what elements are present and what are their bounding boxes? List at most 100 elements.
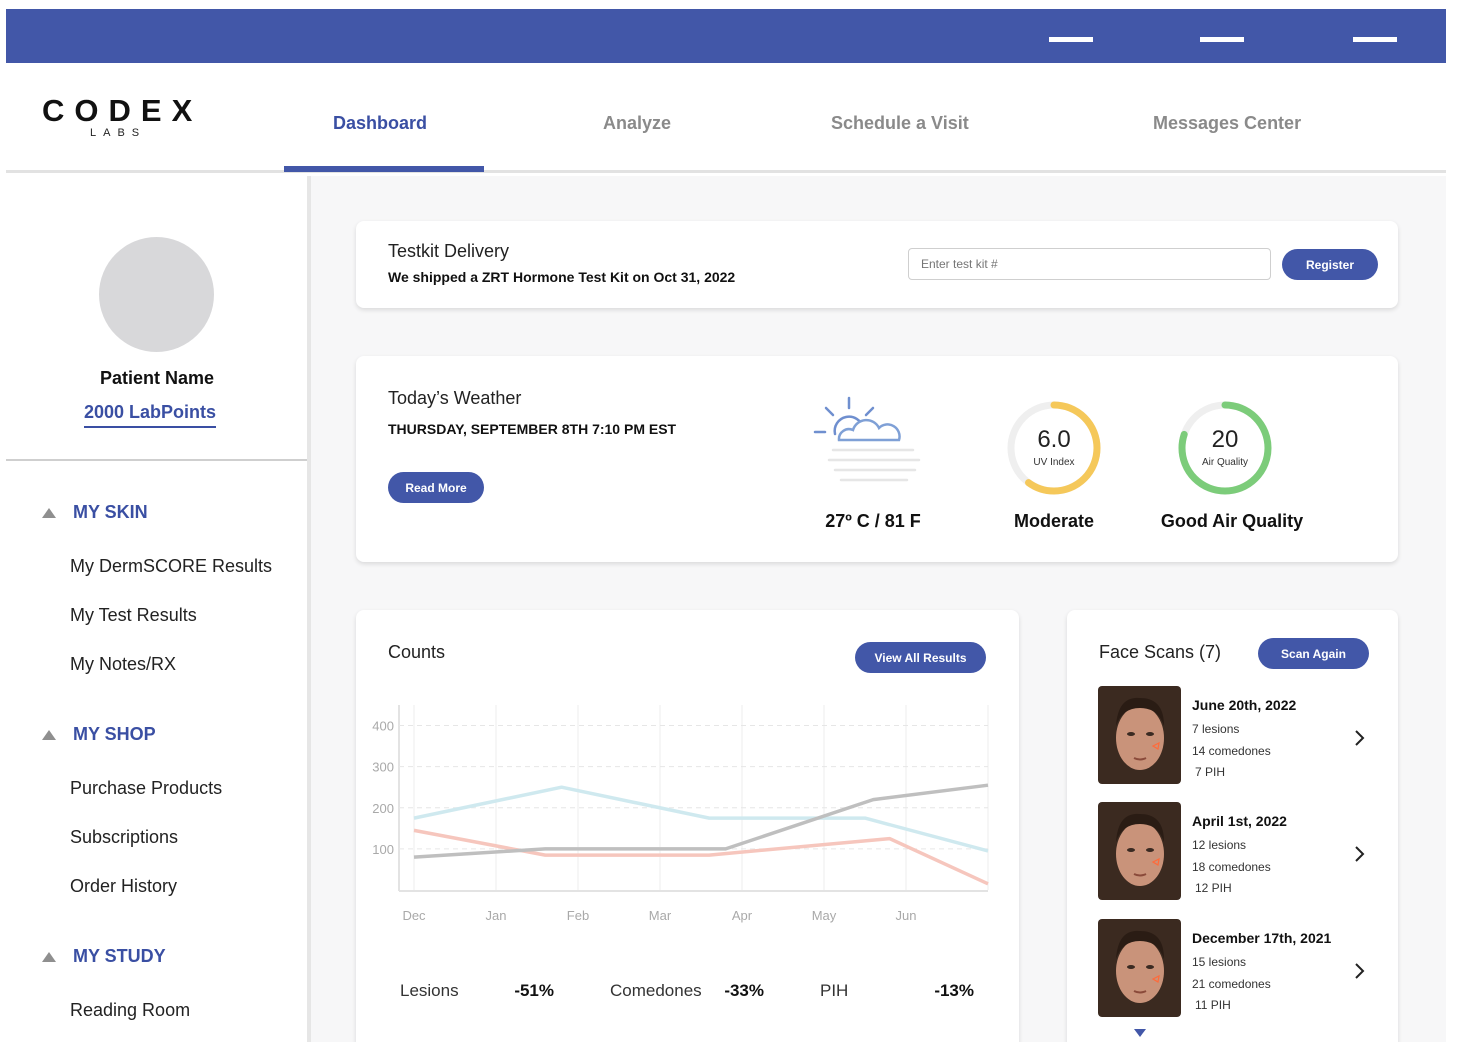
- summary-value: -33%: [724, 980, 764, 1000]
- temperature: 27º C / 81 F: [825, 511, 921, 531]
- x-tick-label: May: [812, 908, 837, 923]
- x-tick-label: Feb: [567, 908, 589, 923]
- testkit-title: Testkit Delivery: [388, 241, 510, 261]
- y-tick-label: 300: [372, 760, 394, 775]
- sidebar-item-order-history[interactable]: Order History: [70, 876, 177, 897]
- chevron-right-icon[interactable]: [1352, 961, 1366, 981]
- register-button[interactable]: Register: [1282, 249, 1378, 280]
- scroll-down-arrow-icon[interactable]: [1133, 1028, 1147, 1038]
- menu-dash-icon[interactable]: [1200, 37, 1244, 42]
- face-scan-thumbnail[interactable]: [1098, 686, 1181, 784]
- weather-card: Today’s Weather THURSDAY, SEPTEMBER 8TH …: [356, 356, 1398, 562]
- scan-lesions: 12 lesions: [1192, 838, 1247, 852]
- active-tab-indicator: [284, 166, 484, 172]
- face-scan-item[interactable]: December 17th, 2021 15 lesions 21 comedo…: [1067, 919, 1398, 1029]
- scan-date: December 17th, 2021: [1192, 930, 1332, 946]
- sidebar: Patient Name 2000 LabPoints MY SKIN My D…: [6, 176, 308, 1042]
- codex-labs-logo[interactable]: CODEX LABS: [42, 93, 203, 140]
- section-title: MY SHOP: [73, 724, 156, 744]
- test-kit-input[interactable]: [908, 248, 1271, 280]
- scan-pih: 7 PIH: [1195, 765, 1226, 779]
- summary-value: -51%: [514, 980, 554, 1000]
- uv-index-label: UV Index: [1033, 457, 1075, 468]
- header: CODEX LABS Dashboard Analyze Schedule a …: [6, 63, 1446, 173]
- y-tick-label: 200: [372, 801, 394, 816]
- testkit-message: We shipped a ZRT Hormone Test Kit on Oct…: [388, 269, 736, 285]
- chevron-right-icon[interactable]: [1352, 728, 1366, 748]
- summary-label: Lesions: [400, 980, 459, 1000]
- lesions-summary: Lesions -51%: [388, 960, 566, 1021]
- scan-date: April 1st, 2022: [1192, 813, 1287, 829]
- sidebar-item-purchase-products[interactable]: Purchase Products: [70, 778, 222, 799]
- read-more-button[interactable]: Read More: [388, 472, 484, 503]
- section-my-skin[interactable]: MY SKIN: [42, 502, 148, 523]
- sidebar-item-notes-rx[interactable]: My Notes/RX: [70, 654, 176, 675]
- counts-card: Counts View All Results Dec Jan Feb Mar Apr M…: [356, 610, 1019, 1042]
- scan-date: June 20th, 2022: [1192, 697, 1297, 713]
- x-tick-label: Jun: [896, 908, 917, 923]
- summary-value: -13%: [934, 980, 974, 1000]
- scan-comedones: 18 comedones: [1192, 860, 1271, 874]
- face-scan-thumbnail[interactable]: [1098, 919, 1181, 1017]
- y-tick-label: 100: [372, 842, 394, 857]
- scan-lesions: 7 lesions: [1192, 722, 1240, 736]
- series-line-1: [413, 828, 989, 886]
- sidebar-item-dermscore-results[interactable]: My DermSCORE Results: [70, 556, 272, 577]
- section-my-shop[interactable]: MY SHOP: [42, 724, 156, 745]
- x-tick-label: Dec: [402, 908, 426, 923]
- section-title: MY SKIN: [73, 502, 148, 522]
- air-quality-label: Air Quality: [1201, 457, 1249, 468]
- air-quality-caption: Good Air Quality: [1160, 511, 1304, 531]
- sidebar-item-subscriptions[interactable]: Subscriptions: [70, 827, 178, 848]
- counts-title: Counts: [388, 642, 446, 662]
- logo-subtitle: LABS: [90, 127, 147, 139]
- scan-comedones: 14 comedones: [1192, 744, 1271, 758]
- x-tick-label: Jan: [486, 908, 507, 923]
- x-tick-label: Apr: [732, 908, 753, 923]
- avatar[interactable]: [99, 237, 214, 352]
- partly-cloudy-icon: [813, 396, 921, 482]
- labpoints-link[interactable]: 2000 LabPoints: [84, 402, 217, 428]
- face-scans-title: Face Scans (7): [1099, 642, 1222, 662]
- scan-again-button[interactable]: Scan Again: [1258, 638, 1369, 669]
- tab-messages-center[interactable]: Messages Center: [1153, 113, 1301, 134]
- testkit-card: Testkit Delivery We shipped a ZRT Hormon…: [356, 221, 1398, 308]
- x-tick-label: Mar: [649, 908, 672, 923]
- tab-schedule-visit[interactable]: Schedule a Visit: [831, 113, 969, 134]
- sidebar-divider: [6, 459, 308, 461]
- collapse-arrow-icon[interactable]: [42, 951, 56, 962]
- sidebar-item-reading-room[interactable]: Reading Room: [70, 1000, 190, 1021]
- tab-analyze[interactable]: Analyze: [603, 113, 671, 134]
- pih-summary: PIH -13%: [808, 960, 986, 1021]
- menu-dash-icon[interactable]: [1353, 37, 1397, 42]
- counts-line-chart: Dec Jan Feb Mar Apr May Jun 100 200 300 400: [372, 705, 989, 923]
- face-scans-card: Face Scans (7) Scan Again June 20th, 202…: [1067, 610, 1398, 1042]
- menu-dash-icon[interactable]: [1049, 37, 1093, 42]
- weather-datetime: THURSDAY, SEPTEMBER 8TH 7:10 PM EST: [388, 421, 677, 437]
- scan-pih: 12 PIH: [1195, 881, 1232, 895]
- scan-pih: 11 PIH: [1195, 998, 1231, 1012]
- summary-label: Comedones: [610, 980, 702, 1000]
- air-quality-value: 20: [1211, 426, 1239, 453]
- summary-label: PIH: [820, 980, 849, 1000]
- top-bar: [6, 9, 1446, 63]
- uv-caption: Moderate: [1013, 511, 1094, 531]
- view-all-results-button[interactable]: View All Results: [855, 642, 986, 673]
- collapse-arrow-icon[interactable]: [42, 507, 56, 518]
- section-title: MY STUDY: [73, 946, 166, 966]
- collapse-arrow-icon[interactable]: [42, 729, 56, 740]
- face-scan-item[interactable]: June 20th, 2022 7 lesions 14 comedones 7…: [1067, 686, 1398, 796]
- scan-lesions: 15 lesions: [1192, 955, 1247, 969]
- face-scan-item[interactable]: April 1st, 2022 12 lesions 18 comedones …: [1067, 802, 1398, 912]
- scan-comedones: 21 comedones: [1192, 977, 1271, 991]
- logo-wordmark: CODEX: [42, 93, 203, 128]
- section-my-study[interactable]: MY STUDY: [42, 946, 166, 967]
- uv-index-value: 6.0: [1037, 426, 1071, 453]
- y-tick-label: 400: [372, 719, 394, 734]
- chevron-right-icon[interactable]: [1352, 844, 1366, 864]
- sidebar-item-test-results[interactable]: My Test Results: [70, 605, 197, 626]
- face-scan-thumbnail[interactable]: [1098, 802, 1181, 900]
- tab-dashboard[interactable]: Dashboard: [333, 113, 427, 134]
- patient-name: Patient Name: [99, 368, 215, 388]
- weather-title: Today’s Weather: [388, 388, 522, 408]
